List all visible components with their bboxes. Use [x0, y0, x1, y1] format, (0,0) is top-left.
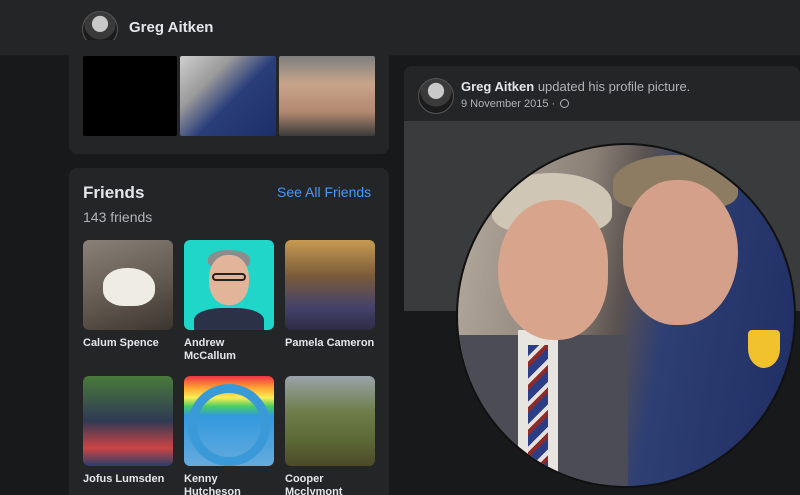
photo-thumbnail[interactable]	[83, 56, 177, 136]
post-photo[interactable]	[404, 121, 800, 495]
friend-photo[interactable]	[83, 376, 173, 466]
profile-name[interactable]: Greg Aitken	[129, 19, 213, 36]
profile-picture[interactable]	[456, 143, 796, 488]
friend-photo[interactable]	[285, 376, 375, 466]
friend-name[interactable]: Pamela Cameron	[285, 337, 375, 350]
post-author-name[interactable]: Greg Aitken	[461, 79, 534, 94]
friends-title[interactable]: Friends	[83, 183, 144, 203]
friend-item[interactable]: Cooper Mcclymont	[285, 376, 375, 495]
friend-name[interactable]: Kenny Hutcheson	[184, 473, 274, 495]
friends-card: Friends See All Friends 143 friends Calu…	[69, 168, 389, 495]
photos-card	[69, 40, 389, 154]
friends-count: 143 friends	[83, 209, 153, 225]
post-header: Greg Aitken updated his profile picture.	[461, 79, 690, 94]
globe-icon	[560, 99, 570, 108]
friend-item[interactable]: Kenny Hutcheson	[184, 376, 274, 495]
friend-photo[interactable]	[285, 240, 375, 330]
post-card: Greg Aitken updated his profile picture.…	[404, 66, 800, 495]
friend-name[interactable]: Cooper Mcclymont	[285, 473, 375, 495]
post-date-text[interactable]: 9 November 2015 ·	[461, 98, 558, 110]
photo-thumbnail[interactable]	[180, 56, 276, 136]
post-date[interactable]: 9 November 2015 ·	[461, 98, 570, 110]
friend-item[interactable]: Andrew McCallum	[184, 240, 274, 363]
photo-thumbnail[interactable]	[279, 56, 375, 136]
see-all-friends-link[interactable]: See All Friends	[277, 184, 371, 200]
post-action-text: updated his profile picture.	[534, 79, 691, 94]
friend-photo[interactable]	[184, 240, 274, 330]
friend-item[interactable]: Jofus Lumsden	[83, 376, 173, 486]
friend-name[interactable]: Jofus Lumsden	[83, 473, 173, 486]
friend-photo[interactable]	[83, 240, 173, 330]
post-author-avatar[interactable]	[418, 78, 454, 114]
friend-photo[interactable]	[184, 376, 274, 466]
friend-item[interactable]: Pamela Cameron	[285, 240, 375, 350]
friend-name[interactable]: Andrew McCallum	[184, 337, 274, 363]
friend-name[interactable]: Calum Spence	[83, 337, 173, 350]
friend-item[interactable]: Calum Spence	[83, 240, 173, 350]
crest-icon	[748, 330, 780, 368]
